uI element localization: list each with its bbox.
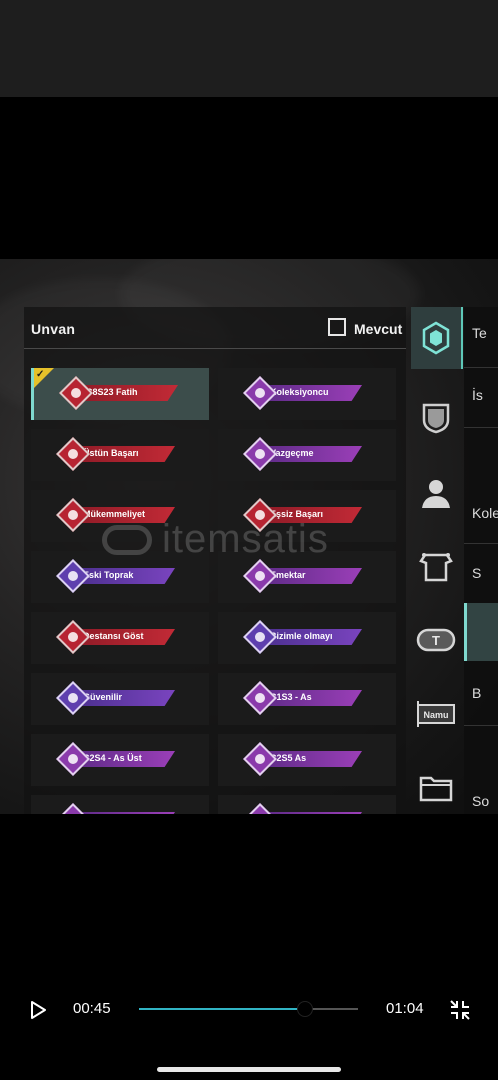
folder-icon — [419, 776, 453, 802]
title-label: Destansı Göst — [83, 631, 144, 641]
tab-name-tag[interactable]: Namu — [411, 683, 461, 745]
nameplate-icon: T — [416, 628, 456, 652]
emblem-center — [252, 690, 268, 706]
emblem-center — [65, 629, 81, 645]
outfit-icon — [419, 553, 453, 582]
title-card[interactable]: Koleksiyoncu — [218, 368, 396, 420]
title-emblem-icon — [422, 321, 450, 355]
emblem-center — [252, 812, 268, 814]
sub-category-item[interactable]: Te — [472, 325, 487, 341]
sub-category-panel: Te İs Kole S B So — [464, 307, 498, 814]
emblem-center — [65, 812, 81, 814]
gesture-bar[interactable] — [157, 1067, 341, 1072]
available-filter-checkbox[interactable] — [328, 318, 346, 336]
title-banner: C4S10 As — [71, 812, 175, 814]
title-emblem-icon — [243, 742, 277, 776]
progress-knob[interactable] — [297, 1001, 313, 1017]
svg-text:T: T — [432, 633, 440, 648]
emblem-center — [252, 751, 268, 767]
play-icon[interactable] — [28, 1000, 48, 1020]
emblem-center — [252, 385, 268, 401]
emblem-center — [252, 629, 268, 645]
title-card[interactable]: Vazgeçme — [218, 429, 396, 481]
title-label: C2S4 - As Üst — [83, 753, 142, 763]
emblem-center — [65, 568, 81, 584]
title-emblem-icon — [59, 376, 93, 410]
title-card[interactable]: C2S5 As — [218, 734, 396, 786]
tab-nameplate[interactable]: T — [411, 609, 461, 671]
title-emblem-icon — [243, 620, 277, 654]
name-tag-label: Namu — [423, 710, 448, 720]
tab-avatar[interactable] — [411, 462, 461, 524]
emblem-center — [65, 751, 81, 767]
game-screen: Unvan Mevcut ✓ C8S23 Fatih Koleksiyoncu Üst… — [0, 259, 498, 814]
title-emblem-icon — [56, 498, 90, 532]
sub-category-item[interactable]: So — [472, 793, 489, 809]
emblem-center — [65, 446, 81, 462]
sub-category-item[interactable]: S — [472, 565, 481, 581]
current-time: 00:45 — [73, 1000, 111, 1017]
title-emblem-icon — [56, 559, 90, 593]
title-banner: C6S16 As — [258, 812, 362, 814]
title-label: Bizimle olmayı — [270, 631, 333, 641]
header-divider — [24, 348, 406, 349]
title-emblem-icon — [243, 437, 277, 471]
emblem-center — [65, 690, 81, 706]
tab-titles[interactable] — [411, 307, 463, 369]
sub-category-item[interactable]: B — [472, 685, 481, 701]
tab-folder[interactable] — [411, 757, 461, 814]
tab-badges[interactable] — [411, 387, 461, 449]
status-bar — [0, 0, 498, 97]
sub-divider — [464, 427, 498, 428]
shield-icon — [422, 403, 450, 434]
fullscreen-exit-icon[interactable] — [449, 999, 471, 1021]
title-card[interactable]: ✓ C8S23 Fatih — [31, 368, 209, 420]
category-sidebar: T Namu — [411, 307, 464, 814]
title-emblem-icon — [56, 742, 90, 776]
title-label: Koleksiyoncu — [270, 387, 329, 397]
title-card[interactable]: C2S4 - As Üst — [31, 734, 209, 786]
sub-divider — [464, 543, 498, 544]
sub-category-selected[interactable] — [464, 603, 498, 661]
title-card[interactable]: Bizimle olmayı — [218, 612, 396, 664]
title-card[interactable]: Destansı Göst — [31, 612, 209, 664]
panel-title: Unvan — [31, 321, 76, 337]
emblem-center — [252, 446, 268, 462]
sub-divider — [464, 725, 498, 726]
title-emblem-icon — [56, 620, 90, 654]
title-label: C8S23 Fatih — [86, 387, 138, 397]
avatar-icon — [422, 480, 450, 508]
title-emblem-icon — [243, 559, 277, 593]
title-emblem-icon — [56, 681, 90, 715]
video-controls: 00:45 01:04 — [0, 984, 498, 1034]
sub-category-item[interactable]: İs — [472, 387, 483, 403]
title-emblem-icon — [243, 681, 277, 715]
title-label: Üstün Başarı — [83, 448, 139, 458]
title-card[interactable]: Üstün Başarı — [31, 429, 209, 481]
title-card[interactable]: C4S10 As — [31, 795, 209, 814]
sub-divider — [464, 367, 498, 368]
title-emblem-icon — [56, 437, 90, 471]
sub-category-item[interactable]: Kole — [472, 505, 498, 521]
title-label: Eski Toprak — [83, 570, 134, 580]
title-card[interactable]: C1S3 - As — [218, 673, 396, 725]
watermark-logo-icon — [102, 524, 152, 555]
emblem-center — [68, 385, 84, 401]
total-time: 01:04 — [386, 1000, 424, 1017]
tab-outfit[interactable] — [411, 535, 461, 597]
available-filter-label[interactable]: Mevcut — [354, 321, 402, 337]
title-card[interactable]: Güvenilir — [31, 673, 209, 725]
watermark: itemsatis — [102, 517, 329, 562]
title-card[interactable]: C6S16 As — [218, 795, 396, 814]
progress-filled[interactable] — [139, 1008, 305, 1010]
title-emblem-icon — [243, 376, 277, 410]
watermark-text: itemsatis — [162, 517, 329, 561]
check-icon: ✓ — [36, 369, 45, 380]
emblem-center — [65, 507, 81, 523]
name-tag-icon: Namu — [417, 701, 455, 727]
emblem-center — [252, 568, 268, 584]
